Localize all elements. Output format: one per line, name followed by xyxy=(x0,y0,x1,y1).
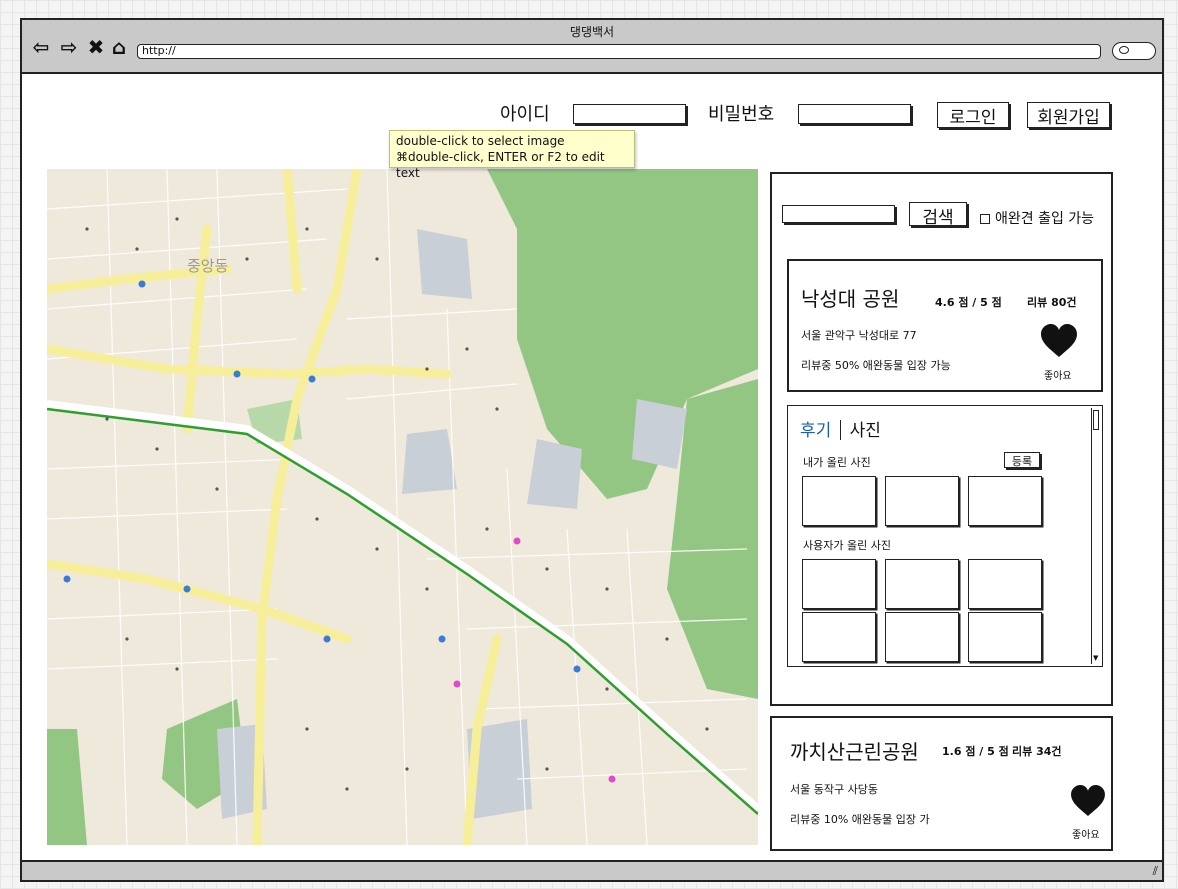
place-name: 까치산근린공원 xyxy=(790,740,919,764)
browser-search-button[interactable] xyxy=(1112,42,1156,60)
login-button[interactable]: 로그인 xyxy=(937,102,1009,128)
place-address: 서울 동작구 사당동 xyxy=(790,783,878,796)
browser-window: 댕댕백서 ⇦ ⇨ ✖ ⌂ http:// 아이디 비밀번호 로그인 회원가입 중… xyxy=(20,18,1164,882)
photo-slot[interactable] xyxy=(968,476,1042,526)
place-review-count: 리뷰 34건 xyxy=(1012,745,1062,758)
place-card-selected[interactable]: 낙성대 공원 4.6 점 / 5 점 리뷰 80건 서울 관악구 낙성대로 77… xyxy=(787,259,1103,392)
like-label: 좋아요 xyxy=(1044,371,1072,382)
password-input[interactable] xyxy=(798,104,911,124)
resize-grip-icon[interactable]: ⫽ xyxy=(1153,864,1158,879)
like-label: 좋아요 xyxy=(1072,830,1100,841)
back-icon[interactable]: ⇦ xyxy=(30,36,52,58)
place-rating: 1.6 점 / 5 점 xyxy=(942,745,1009,758)
forward-icon[interactable]: ⇨ xyxy=(58,36,80,58)
pet-filter-label: 애완견 출입 가능 xyxy=(995,211,1095,227)
home-icon[interactable]: ⌂ xyxy=(108,36,130,58)
place-card-second[interactable]: 까치산근린공원 1.6 점 / 5 점 리뷰 34건 서울 동작구 사당동 리뷰… xyxy=(770,716,1113,851)
pet-filter-checkbox[interactable]: 애완견 출입 가능 xyxy=(980,208,1094,228)
status-bar: ⫽ xyxy=(22,860,1162,880)
scrollbar-thumb[interactable] xyxy=(1093,410,1099,430)
map-district-label: 중앙동 xyxy=(187,257,229,275)
tab-review[interactable]: 후기 xyxy=(800,421,831,441)
search-icon xyxy=(1119,46,1129,54)
place-review-count: 리뷰 80건 xyxy=(1027,296,1077,309)
place-name: 낙성대 공원 xyxy=(801,287,900,311)
review-photo-box: ▼ 후기 사진 내가 올린 사진 등록 사용자가 올린 사진 xyxy=(787,405,1103,667)
heart-icon[interactable] xyxy=(1070,785,1106,817)
user-photos-label: 사용자가 올린 사진 xyxy=(803,539,891,552)
heart-icon[interactable] xyxy=(1040,324,1078,358)
place-pet-note: 리뷰중 10% 애완동물 입장 가 xyxy=(790,813,930,826)
place-rating: 4.6 점 / 5 점 xyxy=(935,296,1002,309)
password-label: 비밀번호 xyxy=(708,104,775,125)
window-title: 댕댕백서 xyxy=(569,25,615,39)
url-bar[interactable]: http:// xyxy=(137,44,1101,59)
photo-slot[interactable] xyxy=(802,612,876,662)
photo-slot[interactable] xyxy=(802,476,876,526)
review-tabs: 후기 사진 xyxy=(800,416,881,441)
close-icon[interactable]: ✖ xyxy=(85,36,107,58)
id-label: 아이디 xyxy=(500,104,550,125)
scrollbar[interactable]: ▼ xyxy=(1091,408,1100,664)
photo-slot[interactable] xyxy=(885,476,959,526)
tooltip-line-2: ⌘double-click, ENTER or F2 to edit text xyxy=(396,150,605,180)
tooltip-line-1: double-click to select image xyxy=(396,134,565,148)
photo-slot[interactable] xyxy=(885,559,959,609)
tab-photo[interactable]: 사진 xyxy=(850,421,881,441)
search-button[interactable]: 검색 xyxy=(909,202,967,228)
checkbox-box[interactable] xyxy=(980,214,990,224)
place-search-input[interactable] xyxy=(782,205,895,223)
id-input[interactable] xyxy=(573,104,686,124)
photo-slot[interactable] xyxy=(968,559,1042,609)
photo-slot[interactable] xyxy=(802,559,876,609)
photo-slot[interactable] xyxy=(885,612,959,662)
photo-slot[interactable] xyxy=(968,612,1042,662)
editor-tooltip: double-click to select image ⌘double-cli… xyxy=(389,130,635,180)
place-panel: 검색 애완견 출입 가능 낙성대 공원 4.6 점 / 5 점 리뷰 80건 서… xyxy=(770,172,1113,706)
signup-button[interactable]: 회원가입 xyxy=(1027,102,1110,128)
tab-divider xyxy=(839,420,842,440)
scroll-down-arrow[interactable]: ▼ xyxy=(1093,654,1098,662)
map-image: 중앙동 xyxy=(47,169,758,845)
place-address: 서울 관악구 낙성대로 77 xyxy=(801,329,917,342)
title-bar: 댕댕백서 ⇦ ⇨ ✖ ⌂ http:// xyxy=(22,20,1162,74)
place-pet-note: 리뷰중 50% 애완동물 입장 가능 xyxy=(801,359,951,372)
map-view[interactable]: 중앙동 xyxy=(47,169,758,845)
register-button[interactable]: 등록 xyxy=(1004,452,1040,468)
my-photos-label: 내가 올린 사진 xyxy=(803,456,871,469)
